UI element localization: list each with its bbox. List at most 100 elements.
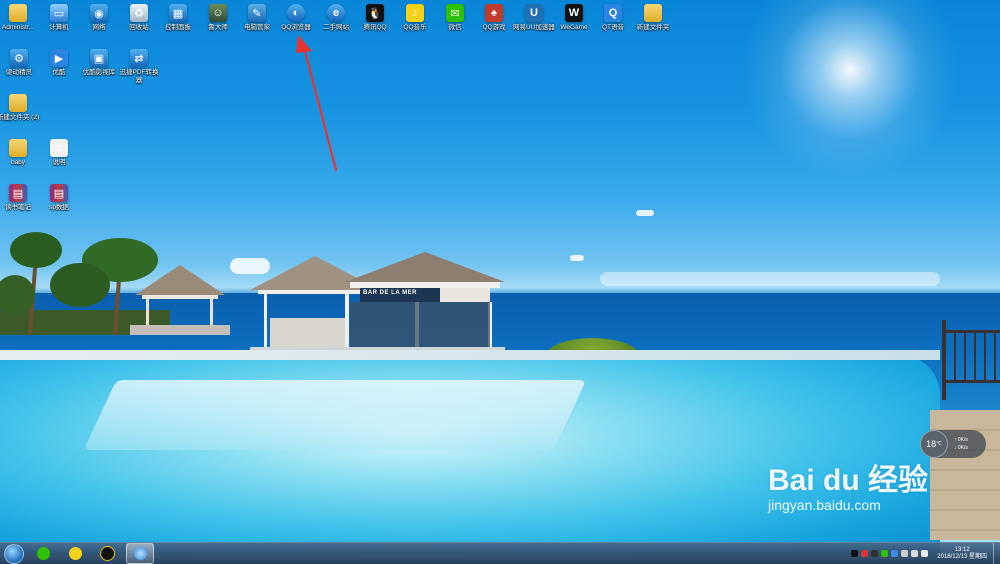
desktop-icon-rar-1[interactable]: ▤ 读书笔记	[0, 184, 40, 212]
wechat-icon	[36, 547, 50, 560]
video-library-icon: ▣	[90, 49, 108, 67]
desktop-icon-computer[interactable]: ▭ 计算机	[37, 4, 81, 32]
desktop-icon-administrator[interactable]: Administr...	[0, 4, 40, 32]
desktop-icon-ie[interactable]: e 二手网站	[314, 4, 358, 32]
icon-label: WeGame	[560, 24, 588, 31]
icon-label: 新建文件夹 (2)	[0, 114, 40, 121]
qq-browser-icon: ◐	[287, 4, 305, 22]
driver-icon: ⚙	[10, 49, 28, 67]
temperature-unit: ℃	[936, 441, 942, 447]
pdf-converter-icon: ⇄	[130, 49, 148, 67]
icon-label: 说明	[52, 159, 66, 166]
network-icon[interactable]	[911, 550, 919, 557]
clock-time: 13:12	[954, 546, 970, 553]
desktop-icon-pc-manager[interactable]: ✎ 电脑管家	[235, 4, 279, 32]
icon-label: 读书笔记	[5, 204, 31, 211]
ludashi-icon: ☺	[209, 4, 227, 22]
flag-icon[interactable]	[901, 550, 909, 557]
watermark-url: jingyan.baidu.com	[768, 497, 881, 513]
user-folder-icon	[9, 4, 27, 22]
desktop-icon-youku[interactable]: ▶ 优酷	[37, 49, 81, 77]
control-panel-icon: ▦	[169, 4, 187, 22]
watermark-logo: Bai du 经验	[768, 464, 929, 497]
icon-label: QQ音乐	[403, 24, 427, 31]
network-icon: ◉	[90, 4, 108, 22]
desktop-icon-qq-music[interactable]: ♪ QQ音乐	[393, 4, 437, 32]
desktop-icon-wegame[interactable]: W WeGame	[552, 4, 596, 32]
qq-tray-icon[interactable]	[851, 550, 859, 557]
icon-label: 腾讯QQ	[363, 24, 387, 31]
start-button[interactable]	[4, 543, 24, 564]
pool-edge	[0, 350, 940, 360]
qq-music-icon: ♪	[406, 4, 424, 22]
tray-app-icon[interactable]	[861, 550, 869, 557]
folder-icon	[9, 94, 27, 112]
pc-manager-icon: ✎	[248, 4, 266, 22]
icon-label: baby	[10, 159, 26, 166]
icon-label: 优酷	[52, 69, 66, 76]
taskbar-qq-browser[interactable]	[126, 543, 154, 564]
cloud	[636, 210, 654, 216]
icon-label: 网络	[92, 24, 106, 31]
icon-label: sp数据	[49, 204, 69, 211]
youku-icon: ▶	[50, 49, 68, 67]
qq-music-icon	[68, 547, 82, 560]
network-speed-widget[interactable]: 18 ℃ ↑ 0K/s ↓ 0K/s	[920, 430, 986, 458]
rar-archive-icon: ▤	[9, 184, 27, 202]
desktop-icon-control-panel[interactable]: ▦ 控制面板	[156, 4, 200, 32]
desktop-icon-network[interactable]: ◉ 网络	[77, 4, 121, 32]
download-rate: 0K/s	[957, 445, 968, 451]
baidu-jingyan-watermark: Bai du 经验 jingyan.baidu.com	[768, 455, 958, 513]
icon-label: QQ游戏	[482, 24, 506, 31]
desktop-icon-rar-2[interactable]: ▤ sp数据	[37, 184, 81, 212]
desktop-icon-wechat[interactable]: ✉ 微信	[433, 4, 477, 32]
pavilion	[250, 252, 505, 359]
desktop-icon-netease-uu[interactable]: U 网易UU加速器	[512, 4, 556, 32]
folder-icon	[644, 4, 662, 22]
desktop-icon-new-folder-2[interactable]: 新建文件夹 (2)	[0, 94, 40, 122]
folder-icon	[9, 139, 27, 157]
desktop-icon-pdf-converter[interactable]: ⇄ 迅捷PDF转换器	[117, 49, 161, 85]
icon-label: 鲁大师	[208, 24, 228, 31]
icon-label: Administr...	[1, 24, 35, 31]
desktop-icon-recycle-bin[interactable]: ♻ 回收站	[117, 4, 161, 32]
volume-icon[interactable]	[921, 550, 929, 557]
tray-app-icon[interactable]	[871, 550, 879, 557]
desktop-icon-qq[interactable]: 🐧 腾讯QQ	[353, 4, 397, 32]
qt-voice-icon: Q	[604, 4, 622, 22]
system-tray: 13:12 2018/12/13 星期四	[851, 543, 1000, 564]
sun-glow	[740, 0, 960, 180]
cloud	[570, 255, 584, 261]
qq-penguin-icon: 🐧	[366, 4, 384, 22]
temperature-display: 18 ℃	[920, 430, 948, 458]
desktop-icon-text-file[interactable]: ≡ 说明	[37, 139, 81, 167]
show-desktop-button[interactable]	[993, 543, 1000, 564]
desktop-icon-baby[interactable]: baby	[0, 139, 40, 167]
icon-label: QQ浏览器	[281, 24, 311, 31]
desktop-icon-qq-game[interactable]: ♠ QQ游戏	[472, 4, 516, 32]
icon-label: 控制面板	[165, 24, 191, 31]
desktop-icon-qq-browser[interactable]: ◐ QQ浏览器	[274, 4, 318, 32]
taskbar-qq-music[interactable]	[62, 544, 88, 563]
icon-label: 驱动精灵	[6, 69, 32, 76]
icon-label: 新建文件夹	[636, 24, 670, 31]
taskbar-wechat[interactable]	[30, 544, 56, 563]
desktop-icon-new-folder[interactable]: 新建文件夹	[631, 4, 675, 32]
clock[interactable]: 13:12 2018/12/13 星期四	[937, 547, 987, 561]
recycle-bin-icon: ♻	[130, 4, 148, 22]
desktop-icon-qt-voice[interactable]: Q QT语音	[591, 4, 635, 32]
desktop: BAR DE LA MER Administr... ▭ 计算机 ◉ 网络 ♻	[0, 0, 1000, 564]
desktop-icon-ludashi[interactable]: ☺ 鲁大师	[196, 4, 240, 32]
rar-archive-icon: ▤	[50, 184, 68, 202]
clock-date: 2018/12/13 星期四	[937, 553, 987, 560]
ie-icon: e	[327, 4, 345, 22]
wechat-tray-icon[interactable]	[881, 550, 889, 557]
icon-label: 计算机	[49, 24, 69, 31]
shield-icon[interactable]	[891, 550, 899, 557]
desktop-icon-video-library[interactable]: ▣ 优酷影视库	[77, 49, 121, 77]
pavilion-sign: BAR DE LA MER	[363, 290, 417, 296]
icon-label: 网易UU加速器	[513, 24, 555, 31]
taskbar-qq[interactable]	[94, 544, 120, 563]
pool-ledge	[83, 380, 587, 450]
desktop-icon-driver[interactable]: ⚙ 驱动精灵	[0, 49, 41, 77]
